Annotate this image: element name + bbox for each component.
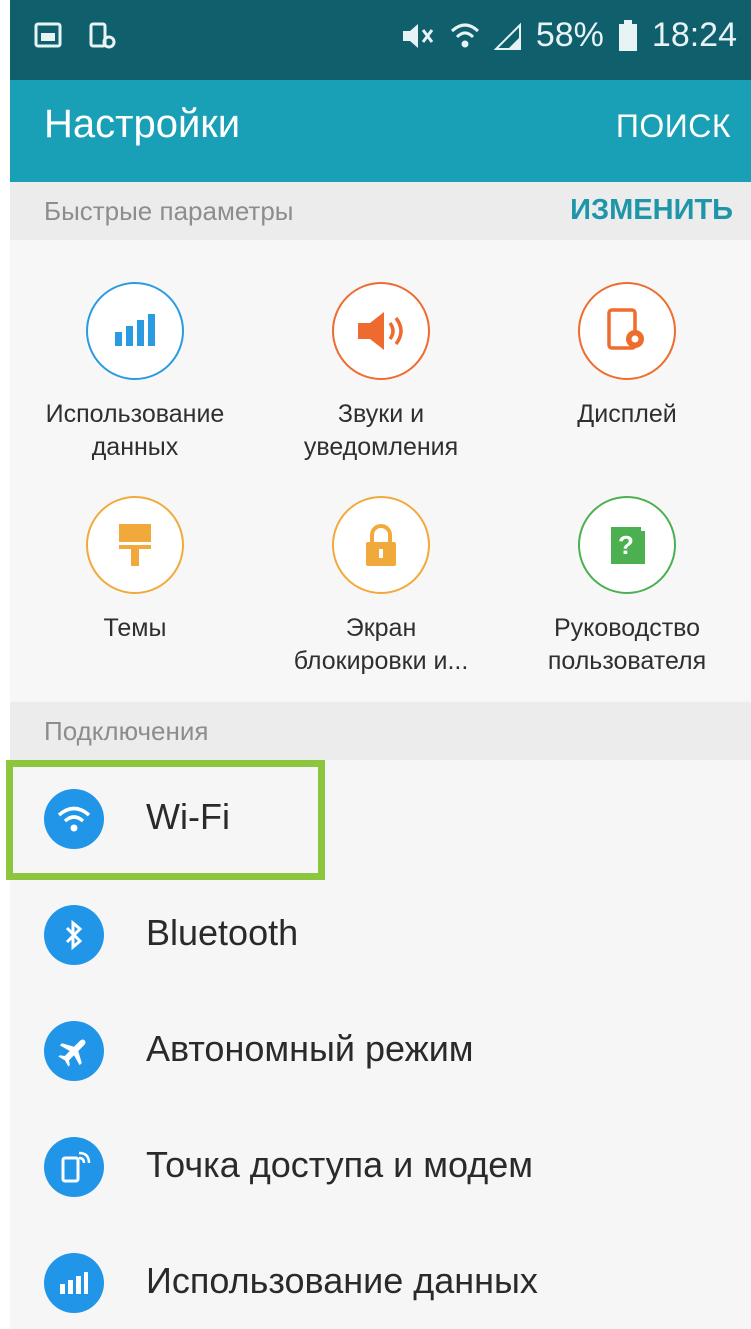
quick-settings-grid: Использование данных Звуки и уведомления… xyxy=(10,240,751,700)
quick-setting-label: Использование xyxy=(45,400,225,428)
search-button[interactable]: ПОИСК xyxy=(616,108,731,145)
quick-setting-label: Дисплей xyxy=(577,400,677,428)
svg-text:?: ? xyxy=(618,530,634,560)
lock-icon xyxy=(332,496,430,594)
connections-title: Подключения xyxy=(44,716,209,746)
gallery-icon xyxy=(34,22,62,55)
quick-settings-header: Быстрые параметры ИЗМЕНИТЬ xyxy=(10,182,751,240)
quick-setting-label: пользователя xyxy=(547,647,707,675)
quick-setting-lock-screen[interactable]: Экран блокировки и... xyxy=(258,496,504,678)
list-item-label: Wi-Fi xyxy=(146,796,230,837)
quick-setting-label: Звуки и xyxy=(337,400,425,428)
list-item-label: Bluetooth xyxy=(146,912,299,953)
cell-signal-icon xyxy=(493,21,522,51)
quick-settings-title: Быстрые параметры xyxy=(44,196,294,226)
bluetooth-icon xyxy=(44,905,104,965)
quick-setting-label: блокировки и... xyxy=(293,647,469,675)
mute-icon xyxy=(400,21,436,51)
quick-setting-label: данных xyxy=(91,433,179,461)
quick-setting-sounds[interactable]: Звуки и уведомления xyxy=(258,282,504,464)
app-bar: Настройки ПОИСК xyxy=(10,80,751,182)
list-item-wifi[interactable]: Wi-Fi xyxy=(10,760,751,876)
list-item-label: Использование данных xyxy=(146,1260,538,1301)
quick-setting-label: Темы xyxy=(103,614,167,642)
wifi-signal-icon xyxy=(450,21,480,51)
quick-setting-label: Руководство xyxy=(553,614,701,642)
quick-setting-user-manual[interactable]: ? Руководство пользователя xyxy=(504,496,750,678)
quick-setting-data-usage[interactable]: Использование данных xyxy=(12,282,258,464)
page-title: Настройки xyxy=(44,102,241,146)
connections-header: Подключения xyxy=(10,702,751,760)
clock: 18:24 xyxy=(651,16,737,54)
hotspot-icon xyxy=(44,1137,104,1197)
airplane-icon xyxy=(44,1021,104,1081)
wifi-icon xyxy=(44,789,104,849)
data-usage-icon xyxy=(44,1253,104,1313)
quick-setting-label: Экран xyxy=(345,614,417,642)
list-item-hotspot[interactable]: Точка доступа и модем xyxy=(10,1108,751,1224)
list-item-data-usage[interactable]: Использование данных xyxy=(10,1224,751,1329)
speaker-icon xyxy=(332,282,430,380)
quick-setting-label: уведомления xyxy=(303,433,459,461)
display-icon xyxy=(578,282,676,380)
battery-percent: 58% xyxy=(535,16,604,54)
list-item-label: Точка доступа и модем xyxy=(146,1144,534,1185)
settings-screen: 58% 18:24 Настройки ПОИСК Быстрые параме… xyxy=(10,0,751,1329)
quick-setting-themes[interactable]: Темы xyxy=(12,496,258,645)
battery-icon xyxy=(618,19,638,52)
data-usage-icon xyxy=(86,282,184,380)
quick-setting-display[interactable]: Дисплей xyxy=(504,282,750,431)
paint-roller-icon xyxy=(86,496,184,594)
edit-button[interactable]: ИЗМЕНИТЬ xyxy=(570,194,733,227)
list-item-bluetooth[interactable]: Bluetooth xyxy=(10,876,751,992)
status-bar: 58% 18:24 xyxy=(10,0,751,80)
screenshot-icon xyxy=(88,22,116,55)
help-book-icon: ? xyxy=(578,496,676,594)
list-item-label: Автономный режим xyxy=(146,1028,474,1069)
list-item-airplane[interactable]: Автономный режим xyxy=(10,992,751,1108)
